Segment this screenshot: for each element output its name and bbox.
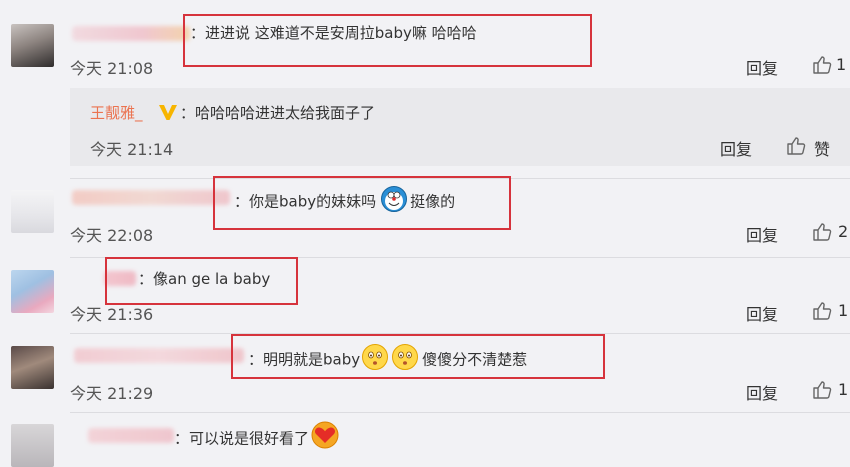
divider: [70, 257, 850, 258]
avatar[interactable]: [11, 346, 54, 389]
reply-button[interactable]: 回复: [720, 136, 752, 160]
doraemon-emoji-icon: [380, 185, 408, 213]
comment-text: ：进进说 这难道不是安周拉baby嘛 哈哈哈: [190, 24, 477, 42]
like-label[interactable]: 赞: [814, 136, 830, 160]
comment-time: 今天 21:08: [70, 59, 154, 78]
comment-text: ：你是baby的妹妹吗 挺像的: [234, 186, 455, 213]
thumbs-up-icon[interactable]: [812, 301, 832, 321]
blurred-username[interactable]: [72, 26, 190, 41]
avatar[interactable]: [11, 270, 54, 313]
like-count: 1: [838, 301, 849, 320]
comment-time: 今天 22:08: [70, 226, 154, 245]
thumbs-up-icon[interactable]: [812, 55, 832, 75]
reply-time: 今天 21:14: [90, 140, 174, 159]
blurred-username[interactable]: [104, 271, 136, 286]
like-count: 2: [838, 222, 849, 241]
thumbs-up-icon[interactable]: [812, 222, 832, 242]
thumbs-up-icon[interactable]: [786, 136, 806, 156]
blurred-username[interactable]: [88, 428, 174, 443]
comment-text: ：可以说是很好看了: [174, 421, 340, 450]
reply-button[interactable]: 回复: [746, 301, 778, 325]
heart-emoji-icon: [310, 420, 340, 450]
thumbs-up-icon[interactable]: [812, 380, 832, 400]
comment-text: ：明明就是baby 傻傻分不清楚惹: [248, 344, 527, 371]
blurred-username[interactable]: [72, 190, 230, 205]
comment-time: 今天 21:29: [70, 384, 154, 403]
shocked-face-emoji-icon: [361, 343, 389, 371]
blurred-username[interactable]: [74, 348, 244, 363]
divider: [70, 178, 850, 179]
shocked-face-emoji-icon: [391, 343, 419, 371]
reply-button[interactable]: 回复: [746, 55, 778, 79]
reply-author-name[interactable]: 王靓雅_: [90, 104, 143, 122]
like-count: 1: [836, 55, 847, 74]
comment-time: 今天 21:36: [70, 305, 154, 324]
divider: [70, 333, 850, 334]
comment-text: ：像an ge la baby: [138, 270, 271, 288]
reply-button[interactable]: 回复: [746, 380, 778, 404]
avatar[interactable]: [11, 190, 54, 233]
avatar[interactable]: [11, 424, 54, 467]
reply-text: ：哈哈哈哈进进太给我面子了: [180, 104, 376, 122]
reply-button[interactable]: 回复: [746, 222, 778, 246]
like-count: 1: [838, 380, 849, 399]
avatar[interactable]: [11, 24, 54, 67]
divider: [70, 412, 850, 413]
vip-badge-icon: [159, 105, 177, 120]
